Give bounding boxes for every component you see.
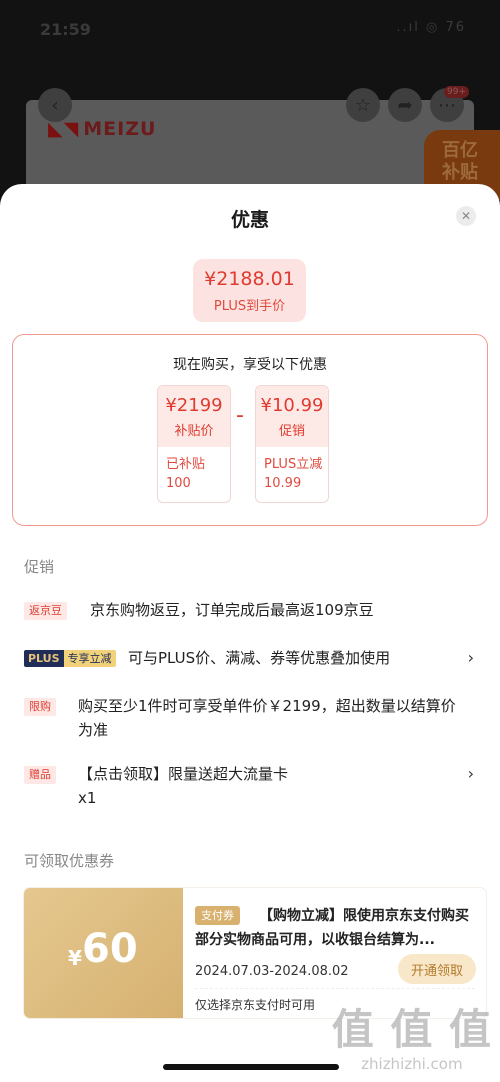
discount-sheet: 优惠 ✕ ¥2188.01 PLUS到手价 现在购买，享受以下优惠 ¥2199 …	[0, 184, 500, 1082]
promo-price-value: ¥10.99	[260, 395, 324, 416]
close-icon[interactable]: ✕	[456, 206, 476, 226]
back-icon[interactable]: ‹	[38, 88, 72, 122]
chevron-right-icon[interactable]: ›	[468, 646, 474, 670]
notification-count-badge: 99+	[444, 86, 469, 98]
promo-price-box: ¥10.99 促销 PLUS立减 10.99	[255, 385, 329, 503]
final-price-label: PLUS到手价	[213, 299, 286, 314]
claim-coupon-button[interactable]: 开通领取	[398, 954, 476, 984]
promo-detail-label: PLUS立减	[264, 457, 323, 472]
promo-price-label: 促销	[278, 424, 305, 439]
coupon-divider	[195, 988, 475, 989]
status-bar: 21:59 ..ıl ◎ 76	[0, 0, 500, 48]
summary-heading: 现在购买，享受以下优惠	[173, 357, 327, 373]
discount-summary: 现在购买，享受以下优惠 ¥2199 补贴价 已补贴 100 - ¥10.99 促…	[12, 334, 488, 526]
subsidy-price-value: ¥2199	[165, 395, 223, 416]
promo-text: 【点击领取】限量送超大流量卡 x1	[78, 762, 438, 810]
status-time: 21:59	[40, 20, 91, 39]
coupon-description: 【购物立减】限使用京东支付购买部分实物商品可用，以收银台结算为...	[195, 908, 469, 948]
share-icon[interactable]: ➦	[388, 88, 422, 122]
coupon-dates: 2024.07.03-2024.08.02	[195, 964, 349, 979]
home-indicator[interactable]	[163, 1064, 339, 1070]
plus-tag: PLUS 专享立减	[24, 650, 116, 667]
minus-sign: -	[236, 403, 244, 428]
promo-row-limit: 限购 购买至少1件时可享受单件价￥2199，超出数量以结算价为准	[24, 694, 484, 744]
chevron-right-icon[interactable]: ›	[468, 762, 474, 786]
promo-text: 可与PLUS价、满减、券等优惠叠加使用	[128, 649, 391, 667]
gift-quantity: x1	[78, 789, 97, 807]
promo-tag: 赠品	[24, 766, 56, 784]
brand-logo: ◣◥ MEIZU	[48, 118, 157, 140]
promo-row-plus[interactable]: PLUS 专享立减 可与PLUS价、满减、券等优惠叠加使用 ›	[24, 646, 484, 672]
subsidy-detail-amount: 100	[166, 476, 191, 491]
coupons-section-title: 可领取优惠券	[24, 852, 115, 870]
promo-text: 购买至少1件时可享受单件价￥2199，超出数量以结算价为准	[78, 697, 456, 739]
promo-tag: 限购	[24, 698, 56, 716]
promotions-section-title: 促销	[24, 558, 55, 576]
sheet-title: 优惠	[230, 209, 269, 231]
status-icons: ..ıl ◎ 76	[396, 20, 466, 35]
promo-detail-amount: 10.99	[264, 476, 302, 491]
final-price-card: ¥2188.01 PLUS到手价	[193, 259, 306, 322]
coupon-note: 仅选择京东支付时可用	[195, 998, 316, 1012]
subsidy-detail-label: 已补贴	[166, 457, 206, 472]
star-icon[interactable]: ☆	[346, 88, 380, 122]
promo-text: 京东购物返豆，订单完成后最高返109京豆	[90, 601, 374, 619]
coupon-currency: ¥	[68, 946, 82, 970]
coupon-amount-panel: ¥ 60	[24, 888, 183, 1018]
promo-row-gift[interactable]: 赠品 【点击领取】限量送超大流量卡 x1 ›	[24, 762, 484, 812]
subsidy-price-box: ¥2199 补贴价 已补贴 100	[157, 385, 231, 503]
subsidy-price-label: 补贴价	[174, 424, 214, 439]
coupon-amount: 60	[82, 926, 138, 972]
final-price-value: ¥2188.01	[204, 268, 295, 290]
promo-row-jingdou: 返京豆 京东购物返豆，订单完成后最高返109京豆	[24, 598, 484, 624]
watermark: 值 值 值 zhizhizhi.com	[331, 1005, 492, 1073]
promo-tag: 返京豆	[24, 602, 67, 620]
